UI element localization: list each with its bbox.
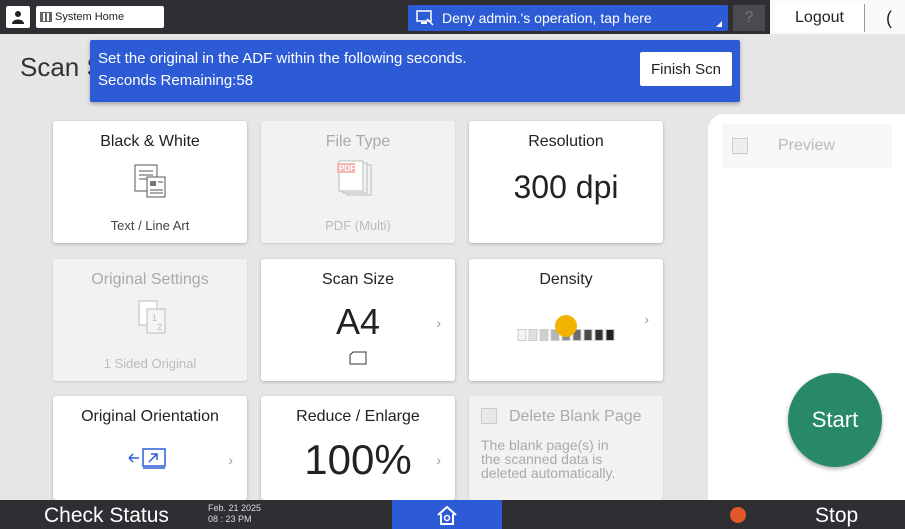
chevron-right-icon: › <box>436 315 441 331</box>
density-knob[interactable] <box>555 315 577 337</box>
resolution-title: Resolution <box>528 133 604 150</box>
density-tile[interactable]: Density › <box>469 259 663 381</box>
preview-label: Preview <box>778 137 835 154</box>
pdf-badge: PDF <box>339 164 355 173</box>
top-bar: System Home Deny admin.'s operation, tap… <box>0 0 905 34</box>
original-orientation-title: Original Orientation <box>81 408 219 425</box>
density-step <box>605 329 615 341</box>
density-step <box>594 329 604 341</box>
delete-blank-checkbox <box>481 408 497 424</box>
home-icon <box>437 505 457 525</box>
moon-icon[interactable]: ( <box>876 6 902 30</box>
deny-admin-label: Deny admin.'s operation, tap here <box>442 10 652 26</box>
check-status-button[interactable]: Check Status <box>44 504 169 528</box>
system-home-button[interactable]: System Home <box>36 6 164 28</box>
bottom-bar: Check Status Feb. 21 2025 08 : 23 PM Sto… <box>0 500 905 529</box>
preview-checkbox[interactable] <box>732 138 748 154</box>
date-time: Feb. 21 2025 08 : 23 PM <box>208 503 261 525</box>
logout-button[interactable]: Logout <box>775 4 865 32</box>
grid-icon <box>40 12 52 22</box>
scan-size-value: A4 <box>335 301 381 342</box>
corner-mark <box>716 21 722 27</box>
reduce-enlarge-tile[interactable]: Reduce / Enlarge 100% › <box>261 396 455 500</box>
orientation-icon <box>128 448 166 469</box>
deny-admin-button[interactable]: Deny admin.'s operation, tap here <box>408 5 728 31</box>
user-button[interactable] <box>6 6 30 28</box>
stop-button[interactable]: Stop <box>815 504 858 528</box>
chevron-right-icon: › <box>228 452 233 468</box>
stop-icon <box>730 507 746 523</box>
delete-blank-page-tile: Delete Blank Page The blank page(s) in t… <box>469 396 663 500</box>
density-step <box>583 329 593 341</box>
document-icon <box>134 164 166 198</box>
chevron-right-icon: › <box>644 311 649 327</box>
reduce-enlarge-value: 100% <box>304 436 412 483</box>
color-mode-title: Black & White <box>100 133 200 150</box>
help-button[interactable]: ? <box>733 5 765 31</box>
seconds-remaining: Seconds Remaining:58 <box>98 72 254 89</box>
reduce-enlarge-title: Reduce / Enlarge <box>296 408 420 425</box>
chevron-right-icon: › <box>436 452 441 468</box>
color-mode-tile[interactable]: Black & White Text / Line Art <box>53 121 247 243</box>
density-step <box>539 329 549 341</box>
original-settings-title: Original Settings <box>91 271 209 288</box>
time-text: 08 : 23 PM <box>208 514 252 524</box>
user-icon <box>12 11 24 24</box>
original-orientation-tile[interactable]: Original Orientation › <box>53 396 247 500</box>
file-type-sub: PDF (Multi) <box>325 218 391 233</box>
scan-size-title: Scan Size <box>321 271 395 288</box>
svg-text:2: 2 <box>157 322 162 332</box>
resolution-tile[interactable]: Resolution 300 dpi <box>469 121 663 243</box>
preview-toggle[interactable]: Preview <box>722 124 892 168</box>
start-button[interactable]: Start <box>788 373 882 467</box>
color-mode-sub: Text / Line Art <box>110 218 190 233</box>
original-settings-tile: Original Settings 1 2 1 Sided Original <box>53 259 247 381</box>
remote-icon <box>416 10 434 26</box>
paper-orientation-icon <box>349 351 367 365</box>
density-title: Density <box>539 271 593 288</box>
finish-scan-button[interactable]: Finish Scn <box>640 52 732 86</box>
home-button[interactable] <box>392 500 502 529</box>
density-step <box>528 329 538 341</box>
file-type-title: File Type <box>325 133 391 150</box>
adf-notice: Set the original in the ADF within the f… <box>90 40 740 102</box>
notice-message: Set the original in the ADF within the f… <box>98 50 467 67</box>
original-settings-sub: 1 Sided Original <box>103 356 197 371</box>
one-sided-icon: 1 2 <box>138 300 166 334</box>
delete-blank-title: Delete Blank Page <box>509 408 642 425</box>
scan-size-tile[interactable]: Scan Size A4 › <box>261 259 455 381</box>
resolution-value: 300 dpi <box>513 169 619 205</box>
date-text: Feb. 21 2025 <box>208 503 262 513</box>
system-home-label: System Home <box>55 11 125 23</box>
file-type-tile: File Type PDF PDF (Multi) <box>261 121 455 243</box>
density-step <box>517 329 527 341</box>
delete-blank-desc: The blank page(s) in the scanned data is… <box>481 437 616 481</box>
